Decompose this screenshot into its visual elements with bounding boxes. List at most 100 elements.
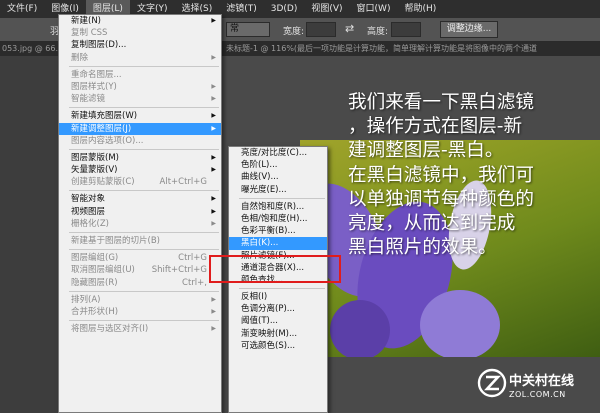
main-menu-item[interactable]: 新建填充图层(W) ▶ bbox=[59, 110, 221, 122]
menu-item-label: 色阶(L)... bbox=[241, 160, 278, 171]
sub-menu-item[interactable]: 曲线(V)... bbox=[229, 171, 327, 183]
zol-logo-icon bbox=[477, 368, 507, 398]
overlay-line: 以单独调节每种颜色的 bbox=[348, 188, 534, 210]
main-menu-item: 隐藏图层(R) Ctrl+, bbox=[59, 277, 221, 289]
main-menu-item[interactable]: 新建调整图层(J) ▶ bbox=[59, 122, 221, 135]
menu-item-label: 隐藏图层(R) bbox=[71, 277, 118, 288]
submenu-arrow-icon: ▶ bbox=[211, 325, 216, 333]
menu-item-shortcut: Alt+Ctrl+G bbox=[159, 177, 207, 188]
style-dropdown-value: 常 bbox=[230, 24, 240, 34]
overlay-line: 在黑白滤镜中，我们可 bbox=[348, 164, 534, 186]
main-menu-item[interactable]: 视频图层 ▶ bbox=[59, 206, 221, 218]
sub-menu-item[interactable]: 色调分离(P)... bbox=[229, 303, 327, 315]
menu-item-label: 复制图层(D)... bbox=[71, 40, 127, 51]
main-menu-item[interactable]: 复制图层(D)... bbox=[59, 39, 221, 51]
width-input[interactable] bbox=[306, 22, 336, 37]
tutorial-overlay-text: 我们来看一下黑白滤镜 ，操作方式在图层-新 建调整图层-黑白。 在黑白滤镜中，我们可以… bbox=[348, 91, 594, 260]
menu-item-label: 曝光度(E)... bbox=[241, 184, 287, 195]
main-menu-item: 智能滤镜 ▶ bbox=[59, 93, 221, 105]
watermark-en: ZOL.COM.CN bbox=[509, 390, 566, 399]
menu-7[interactable]: 视图(V) bbox=[304, 0, 349, 18]
submenu-arrow-icon: ▶ bbox=[211, 219, 216, 227]
main-menu-item: 新建基于图层的切片(B) bbox=[59, 235, 221, 247]
sub-menu-item[interactable]: 黑白(K)... bbox=[229, 237, 327, 250]
refine-edge-button[interactable]: 调整边缘... bbox=[440, 21, 498, 38]
submenu-arrow-icon: ▶ bbox=[211, 166, 216, 174]
menu-separator bbox=[69, 148, 219, 150]
menu-item-label: 色调分离(P)... bbox=[241, 304, 295, 315]
main-menu-item: 将图层与选区对齐(I) ▶ bbox=[59, 323, 221, 335]
width-label: 宽度: bbox=[283, 27, 305, 37]
menu-item-label: 栅格化(Z) bbox=[71, 218, 109, 229]
menu-item-label: 渐变映射(M)... bbox=[241, 328, 298, 339]
menu-item-label: 新建(N) bbox=[71, 16, 101, 26]
submenu-arrow-icon: ▶ bbox=[211, 307, 216, 315]
menu-separator bbox=[69, 320, 219, 322]
menu-item-label: 阈值(T)... bbox=[241, 316, 278, 327]
menu-item-label: 删除 bbox=[71, 52, 89, 63]
menu-separator bbox=[239, 288, 325, 290]
height-input[interactable] bbox=[391, 22, 421, 37]
menu-separator bbox=[69, 232, 219, 233]
sub-menu-item[interactable]: 色彩平衡(B)... bbox=[229, 225, 327, 237]
menu-item-label: 曲线(V)... bbox=[241, 172, 279, 183]
menu-separator bbox=[69, 65, 219, 67]
main-menu-item[interactable]: 新建(N) ▶ bbox=[59, 15, 221, 27]
menu-separator bbox=[69, 290, 219, 292]
sub-menu-item[interactable]: 渐变映射(M)... bbox=[229, 328, 327, 340]
menu-item-label: 反相(I) bbox=[241, 292, 268, 303]
main-menu-item[interactable]: 图层蒙版(M) ▶ bbox=[59, 152, 221, 164]
document-tab-untitled[interactable]: 未标题-1 @ 116%(最后一项功能是计算功能，简单理解计算功能是将图像中的两… bbox=[226, 42, 537, 56]
menu-item-shortcut: Ctrl+, bbox=[182, 277, 207, 288]
menu-9[interactable]: 帮助(H) bbox=[397, 0, 443, 18]
background-document bbox=[0, 56, 60, 413]
menu-item-shortcut: Ctrl+G bbox=[178, 253, 207, 264]
menu-item-label: 图层编组(G) bbox=[71, 253, 119, 264]
menu-6[interactable]: 3D(D) bbox=[264, 0, 305, 18]
swap-icon[interactable]: ⇄ bbox=[345, 22, 354, 35]
main-menu-item: 图层编组(G) Ctrl+G bbox=[59, 252, 221, 264]
menu-item-label: 创建剪贴蒙版(C) bbox=[71, 177, 135, 188]
submenu-arrow-icon: ▶ bbox=[211, 207, 216, 215]
main-menu-item[interactable]: 智能对象 ▶ bbox=[59, 193, 221, 205]
document-tab-photo[interactable]: 053.jpg @ 66.9 bbox=[2, 42, 63, 56]
menu-8[interactable]: 窗口(W) bbox=[350, 0, 398, 18]
menu-item-label: 取消图层编组(U) bbox=[71, 265, 135, 276]
submenu-arrow-icon: ▶ bbox=[211, 195, 216, 203]
sub-menu-item[interactable]: 色相/饱和度(H)... bbox=[229, 213, 327, 225]
zol-watermark: 中关村在线 ZOL.COM.CN bbox=[477, 366, 599, 410]
menu-item-label: 图层蒙版(M) bbox=[71, 152, 119, 163]
main-menu-item[interactable]: 矢量蒙版(V) ▶ bbox=[59, 164, 221, 176]
main-menu-item: 图层样式(Y) ▶ bbox=[59, 81, 221, 93]
layer-menu: 新建(N) ▶ 复制 CSS 复制图层(D)... 删除 ▶ 重命名图层... 图层样式(Y)… bbox=[58, 14, 222, 413]
main-menu-item: 取消图层编组(U) Shift+Ctrl+G bbox=[59, 264, 221, 276]
menu-item-label: 将图层与选区对齐(I) bbox=[71, 324, 149, 335]
submenu-arrow-icon: ▶ bbox=[211, 82, 216, 90]
submenu-arrow-icon: ▶ bbox=[211, 112, 216, 120]
style-dropdown[interactable]: 常 bbox=[226, 22, 270, 37]
sub-menu-item[interactable]: 反相(I) bbox=[229, 291, 327, 303]
menu-0[interactable]: 文件(F) bbox=[0, 0, 44, 18]
sub-menu-item[interactable]: 自然饱和度(R)... bbox=[229, 201, 327, 213]
overlay-line: 我们来看一下黑白滤镜 bbox=[348, 92, 534, 113]
sub-menu-item[interactable]: 亮度/对比度(C)... bbox=[229, 147, 327, 159]
overlay-line: 建调整图层-黑白。 bbox=[348, 140, 504, 162]
submenu-arrow-icon: ▶ bbox=[211, 124, 216, 132]
menu-item-label: 色相/饱和度(H)... bbox=[241, 213, 308, 224]
menu-item-label: 智能对象 bbox=[71, 194, 106, 205]
main-menu-item: 创建剪贴蒙版(C) Alt+Ctrl+G bbox=[59, 176, 221, 188]
submenu-arrow-icon: ▶ bbox=[211, 17, 216, 24]
sub-menu-item[interactable]: 曝光度(E)... bbox=[229, 184, 327, 196]
menu-item-label: 矢量蒙版(V) bbox=[71, 165, 118, 176]
menu-item-label: 图层内容选项(O)... bbox=[71, 135, 144, 146]
menu-item-label: 新建调整图层(J) bbox=[71, 123, 132, 134]
menu-item-label: 新建填充图层(W) bbox=[71, 111, 138, 122]
sub-menu-item[interactable]: 阈值(T)... bbox=[229, 315, 327, 327]
menu-separator bbox=[239, 197, 325, 199]
sub-menu-item[interactable]: 色阶(L)... bbox=[229, 159, 327, 171]
sub-menu-item[interactable]: 可选颜色(S)... bbox=[229, 340, 327, 352]
menu-item-label: 色彩平衡(B)... bbox=[241, 226, 296, 237]
menu-5[interactable]: 滤镜(T) bbox=[219, 0, 264, 18]
menu-item-label: 亮度/对比度(C)... bbox=[241, 148, 308, 158]
menu-separator bbox=[69, 190, 219, 192]
